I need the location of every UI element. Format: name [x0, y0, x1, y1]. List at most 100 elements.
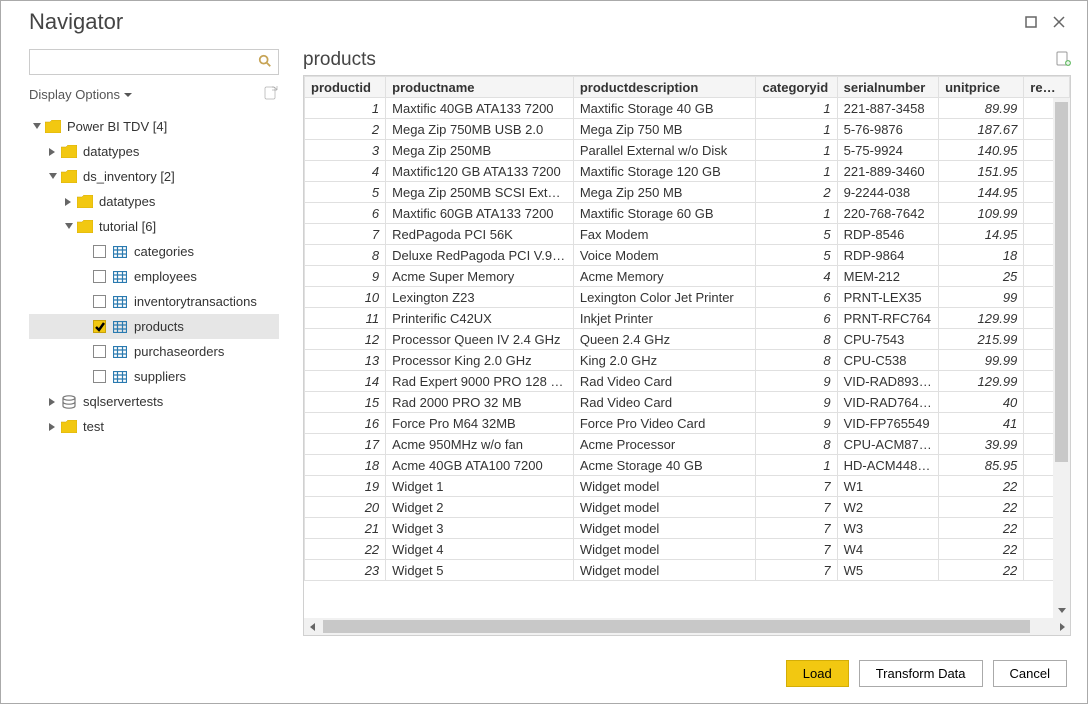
- col-unitprice[interactable]: unitprice: [939, 77, 1024, 98]
- cell-serialnumber: W2: [837, 497, 938, 518]
- cell-productname: Mega Zip 250MB: [386, 140, 574, 161]
- table-row[interactable]: 6Maxtific 60GB ATA133 7200Maxtific Stora…: [305, 203, 1070, 224]
- load-button[interactable]: Load: [786, 660, 849, 687]
- table-row[interactable]: 9Acme Super MemoryAcme Memory4MEM-21225: [305, 266, 1070, 287]
- table-row[interactable]: 3Mega Zip 250MBParallel External w/o Dis…: [305, 140, 1070, 161]
- tree-node-dsinventory[interactable]: ds_inventory [2]: [29, 164, 279, 189]
- cell-productid: 4: [305, 161, 386, 182]
- table-row[interactable]: 14Rad Expert 9000 PRO 128 MBRad Video Ca…: [305, 371, 1070, 392]
- tree-node-inventorytransactions[interactable]: inventorytransactions: [29, 289, 279, 314]
- close-icon[interactable]: [1053, 16, 1065, 31]
- cell-categoryid: 9: [756, 371, 837, 392]
- table-row[interactable]: 2Mega Zip 750MB USB 2.0Mega Zip 750 MB15…: [305, 119, 1070, 140]
- col-productdescription[interactable]: productdescription: [573, 77, 756, 98]
- checkbox-checked[interactable]: [93, 320, 106, 333]
- cell-categoryid: 5: [756, 245, 837, 266]
- dialog-title: Navigator: [29, 9, 1025, 35]
- cell-productid: 9: [305, 266, 386, 287]
- cancel-button[interactable]: Cancel: [993, 660, 1067, 687]
- tree-node-datatypes[interactable]: datatypes: [29, 139, 279, 164]
- tree-node-suppliers[interactable]: suppliers: [29, 364, 279, 389]
- table-row[interactable]: 5Mega Zip 250MB SCSI ExternalMega Zip 25…: [305, 182, 1070, 203]
- col-productid[interactable]: productid: [305, 77, 386, 98]
- col-categoryid[interactable]: categoryid: [756, 77, 837, 98]
- expand-icon[interactable]: [47, 398, 59, 406]
- table-row[interactable]: 15Rad 2000 PRO 32 MBRad Video Card9VID-R…: [305, 392, 1070, 413]
- cell-productid: 7: [305, 224, 386, 245]
- collapse-icon[interactable]: [63, 223, 75, 231]
- cell-categoryid: 6: [756, 287, 837, 308]
- tree-node-sqlservertests[interactable]: sqlservertests: [29, 389, 279, 414]
- vertical-scrollbar[interactable]: [1053, 98, 1070, 618]
- tree-node-categories[interactable]: categories: [29, 239, 279, 264]
- checkbox[interactable]: [93, 270, 106, 283]
- scrollbar-thumb[interactable]: [1055, 102, 1068, 462]
- cell-serialnumber: W4: [837, 539, 938, 560]
- cell-productdescription: Rad Video Card: [573, 371, 756, 392]
- scroll-right-icon[interactable]: [1053, 618, 1070, 635]
- search-input[interactable]: [34, 54, 258, 71]
- collapse-icon[interactable]: [47, 173, 59, 181]
- table-row[interactable]: 22Widget 4Widget model7W422: [305, 539, 1070, 560]
- cell-productdescription: Widget model: [573, 560, 756, 581]
- folder-icon: [45, 119, 61, 135]
- transform-data-button[interactable]: Transform Data: [859, 660, 983, 687]
- cell-productdescription: Acme Storage 40 GB: [573, 455, 756, 476]
- checkbox[interactable]: [93, 370, 106, 383]
- table-row[interactable]: 7RedPagoda PCI 56KFax Modem5RDP-854614.9…: [305, 224, 1070, 245]
- table-row[interactable]: 17Acme 950MHz w/o fanAcme Processor8CPU-…: [305, 434, 1070, 455]
- tree-node-datatypes2[interactable]: datatypes: [29, 189, 279, 214]
- tree-node-tutorial[interactable]: tutorial [6]: [29, 214, 279, 239]
- display-options[interactable]: Display Options: [29, 85, 279, 104]
- expand-icon[interactable]: [47, 148, 59, 156]
- maximize-icon[interactable]: [1025, 16, 1037, 31]
- scroll-left-icon[interactable]: [304, 618, 321, 635]
- checkbox[interactable]: [93, 345, 106, 358]
- cell-productdescription: Mega Zip 250 MB: [573, 182, 756, 203]
- col-serialnumber[interactable]: serialnumber: [837, 77, 938, 98]
- search-box[interactable]: [29, 49, 279, 75]
- table-row[interactable]: 18Acme 40GB ATA100 7200Acme Storage 40 G…: [305, 455, 1070, 476]
- tree-label: products: [134, 319, 184, 334]
- table-row[interactable]: 23Widget 5Widget model7W522: [305, 560, 1070, 581]
- search-icon[interactable]: [258, 54, 272, 71]
- table-row[interactable]: 13Processor King 2.0 GHzKing 2.0 GHz8CPU…: [305, 350, 1070, 371]
- table-row[interactable]: 10Lexington Z23Lexington Color Jet Print…: [305, 287, 1070, 308]
- scroll-down-icon[interactable]: [1053, 601, 1070, 618]
- checkbox[interactable]: [93, 245, 106, 258]
- tree-node-employees[interactable]: employees: [29, 264, 279, 289]
- folder-icon: [77, 219, 93, 235]
- tree-node-root[interactable]: Power BI TDV [4]: [29, 114, 279, 139]
- cell-unitprice: 85.95: [939, 455, 1024, 476]
- table-icon: [112, 269, 128, 285]
- table-row[interactable]: 19Widget 1Widget model7W122: [305, 476, 1070, 497]
- tree-node-purchaseorders[interactable]: purchaseorders: [29, 339, 279, 364]
- col-productname[interactable]: productname: [386, 77, 574, 98]
- cell-productid: 8: [305, 245, 386, 266]
- refresh-icon[interactable]: [263, 85, 279, 104]
- collapse-icon[interactable]: [31, 123, 43, 131]
- table-row[interactable]: 16Force Pro M64 32MBForce Pro Video Card…: [305, 413, 1070, 434]
- table-row[interactable]: 11Printerific C42UXInkjet Printer6PRNT-R…: [305, 308, 1070, 329]
- table-row[interactable]: 21Widget 3Widget model7W322: [305, 518, 1070, 539]
- expand-icon[interactable]: [63, 198, 75, 206]
- cell-productid: 1: [305, 98, 386, 119]
- tree-node-test[interactable]: test: [29, 414, 279, 439]
- preview-options-icon[interactable]: [1055, 51, 1071, 70]
- col-reorder[interactable]: reord: [1024, 77, 1070, 98]
- expand-icon[interactable]: [47, 423, 59, 431]
- table-row[interactable]: 12Processor Queen IV 2.4 GHzQueen 2.4 GH…: [305, 329, 1070, 350]
- cell-productdescription: Widget model: [573, 539, 756, 560]
- table-row[interactable]: 1Maxtific 40GB ATA133 7200Maxtific Stora…: [305, 98, 1070, 119]
- cell-productname: Acme 40GB ATA100 7200: [386, 455, 574, 476]
- table-row[interactable]: 4Maxtific120 GB ATA133 7200Maxtific Stor…: [305, 161, 1070, 182]
- preview-pane: products productid productname: [303, 49, 1071, 636]
- horizontal-scrollbar[interactable]: [304, 618, 1070, 635]
- scrollbar-thumb[interactable]: [323, 620, 1030, 633]
- tree-node-products[interactable]: products: [29, 314, 279, 339]
- table-row[interactable]: 8Deluxe RedPagoda PCI V.90 56KVoice Mode…: [305, 245, 1070, 266]
- checkbox[interactable]: [93, 295, 106, 308]
- table-icon: [112, 344, 128, 360]
- table-row[interactable]: 20Widget 2Widget model7W222: [305, 497, 1070, 518]
- dialog-footer: Load Transform Data Cancel: [1, 646, 1087, 703]
